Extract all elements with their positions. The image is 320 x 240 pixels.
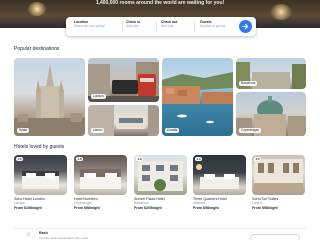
hotel-city: Copenhagen: [74, 201, 93, 206]
hotel-photo: 4.5: [252, 155, 305, 195]
destination-card-croatia[interactable]: Croatia: [162, 58, 233, 136]
check-in-input[interactable]: Add date: [126, 24, 140, 29]
destination-label: Spain: [17, 128, 30, 133]
hotel-facade-image: [138, 161, 183, 191]
rating-badge: 4.5: [254, 157, 262, 161]
destination-label: London: [91, 94, 106, 99]
footer-action-button[interactable]: [250, 234, 300, 240]
hotel-card[interactable]: 4.8 Sunset Plaza Hotel Barcelona From $2…: [134, 155, 187, 211]
destination-card-spain[interactable]: Spain: [14, 58, 85, 136]
search-button[interactable]: [239, 20, 252, 33]
brand-logo-icon: [26, 232, 31, 237]
section-divider: [14, 228, 306, 229]
field-divider: [122, 21, 123, 32]
destination-card-london[interactable]: London: [88, 58, 159, 102]
hero-window-light: [270, 4, 292, 20]
hotel-card[interactable]: 4.6 Hotel Norrebro Copenhagen From $98/n…: [74, 155, 127, 211]
destination-label: Barcelona: [239, 81, 258, 86]
hotel-price: From $205/night: [134, 206, 162, 211]
destination-label: Lisbon: [91, 128, 105, 133]
check-in-field[interactable]: Check in Add date: [126, 20, 140, 29]
field-divider: [156, 21, 157, 32]
location-input[interactable]: Where are you going?: [74, 24, 105, 29]
hotel-city: Barcelona: [134, 201, 149, 206]
rating-badge: 4.8: [136, 157, 144, 161]
hero-tagline: 1,400,000 rooms around the world are wai…: [95, 0, 225, 6]
destination-card-copenhagen[interactable]: Copenhagen: [236, 92, 306, 136]
hotel-city: Valencia: [193, 201, 205, 206]
destination-label: Copenhagen: [239, 128, 262, 133]
rating-badge: 4.6: [195, 157, 203, 161]
bedroom-image: [196, 164, 239, 189]
footer-subtitle: Find the best hotel deals in the world: [39, 236, 88, 240]
hotel-price: From $98/night: [74, 206, 100, 211]
hotel-card[interactable]: 4.6 Three Quarters Hotel Valencia From $…: [193, 155, 246, 211]
check-out-input[interactable]: Add date: [161, 24, 177, 29]
guests-field[interactable]: Guests Number of guests: [200, 20, 225, 29]
destinations-title: Popular destinations: [14, 46, 60, 52]
hotel-city: London: [252, 201, 263, 206]
hotel-price: From $98/night: [252, 206, 278, 211]
hotel-city: London: [14, 201, 25, 206]
cathedral-image: [14, 64, 85, 136]
hotel-card[interactable]: 4.6 Soho Hotel London London From $198/n…: [14, 155, 67, 211]
dubrovnik-harbor-image: [162, 72, 233, 124]
search-bar: Location Where are you going? Check in A…: [66, 17, 256, 36]
arrow-right-icon: [242, 23, 249, 30]
rating-badge: 4.6: [16, 157, 24, 161]
check-out-field[interactable]: Check out Add date: [161, 20, 177, 29]
destination-label: Croatia: [165, 128, 180, 133]
bedroom-image: [80, 169, 121, 189]
hotel-price: From $198/night: [14, 206, 42, 211]
hotel-price: From $98/night: [193, 206, 219, 211]
guests-input[interactable]: Number of guests: [200, 24, 225, 29]
rating-badge: 4.6: [76, 157, 84, 161]
hotel-photo: 4.8: [134, 155, 187, 195]
location-field[interactable]: Location Where are you going?: [74, 20, 105, 29]
destination-card-lisbon[interactable]: Lisbon: [88, 105, 159, 136]
hotel-atrium-image: [254, 159, 303, 191]
field-divider: [194, 21, 195, 32]
hotels-title: Hotels loved by guests: [14, 144, 65, 150]
hotel-photo: 4.6: [74, 155, 127, 195]
hotel-photo: 4.6: [14, 155, 67, 195]
hotel-card[interactable]: 4.5 SoHoTurf Suites London From $98/nigh…: [252, 155, 305, 211]
bedroom-image: [22, 171, 59, 189]
destination-card-barcelona[interactable]: Barcelona: [236, 58, 306, 89]
hotel-photo: 4.6: [193, 155, 246, 195]
